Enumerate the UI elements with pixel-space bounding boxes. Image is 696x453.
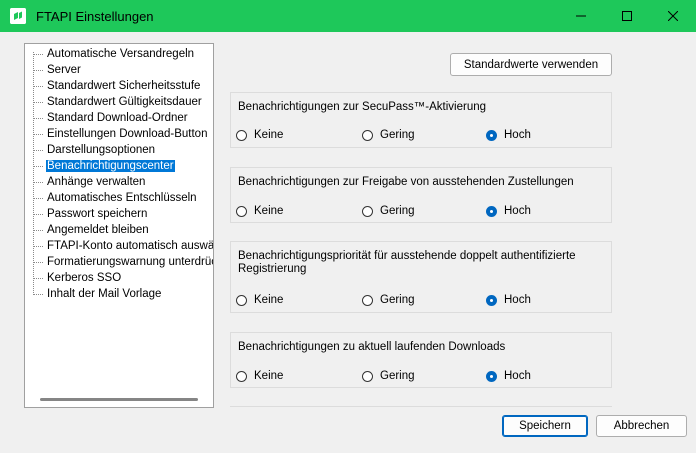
tree-item-entschluesseln[interactable]: Automatisches Entschlüsseln (33, 190, 198, 206)
tree-item-label: Formatierungswarnung unterdrücken (47, 256, 213, 268)
maximize-button[interactable] (604, 0, 650, 32)
radio-keine[interactable]: Keine (236, 127, 283, 143)
use-defaults-button[interactable]: Standardwerte verwenden (450, 53, 612, 76)
radio-circle (362, 294, 373, 306)
tree-item-benachrichtigungscenter[interactable]: Benachrichtigungscenter (33, 158, 175, 174)
group-running-downloads: Benachrichtigungen zu aktuell laufenden … (230, 332, 612, 388)
tree-item-download-button[interactable]: Einstellungen Download-Button (33, 126, 208, 142)
tree-item-label: Benachrichtigungscenter (46, 160, 175, 172)
radio-circle (236, 370, 247, 382)
close-button[interactable] (650, 0, 696, 32)
radio-circle (362, 370, 373, 382)
radio-circle (236, 294, 247, 306)
group-title: Benachrichtigungspriorität für ausstehen… (238, 250, 576, 275)
group-pending-deliveries: Benachrichtigungen zur Freigabe von auss… (230, 167, 612, 223)
radio-circle (236, 205, 247, 217)
tree-item-sicherheitsstufe[interactable]: Standardwert Sicherheitsstufe (33, 78, 201, 94)
minimize-button[interactable] (558, 0, 604, 32)
tree-item-download-ordner[interactable]: Standard Download-Ordner (33, 110, 189, 126)
tree-item-mail-vorlage[interactable]: Inhalt der Mail Vorlage (33, 286, 162, 302)
settings-tree[interactable]: Automatische Versandregeln Server Standa… (24, 43, 214, 408)
tree-item-anhaenge[interactable]: Anhänge verwalten (33, 174, 146, 190)
radio-label: Keine (254, 129, 284, 141)
radio-circle (486, 294, 497, 306)
scrollbar-thumb[interactable] (40, 398, 198, 401)
radio-label: Gering (380, 370, 415, 382)
radio-circle (236, 129, 247, 141)
radio-circle (486, 370, 497, 382)
group-title: Benachrichtigungen zu aktuell laufenden … (238, 341, 506, 353)
window-title: FTAPI Einstellungen (36, 9, 154, 24)
radio-label: Gering (380, 205, 415, 217)
radio-gering[interactable]: Gering (362, 292, 415, 308)
radio-label: Hoch (504, 370, 531, 382)
ftapi-app-icon (10, 8, 26, 24)
tree-item-label: Kerberos SSO (47, 272, 122, 284)
minimize-icon (576, 15, 586, 17)
radio-row: Keine Gering Hoch (236, 127, 606, 143)
title-bar[interactable]: FTAPI Einstellungen (0, 0, 696, 32)
radio-row: Keine Gering Hoch (236, 203, 606, 219)
close-icon (668, 11, 678, 21)
tree-item-formatierungswarnung[interactable]: Formatierungswarnung unterdrücken (33, 254, 213, 270)
tree-item-konto[interactable]: FTAPI-Konto automatisch auswählen (33, 238, 214, 254)
tree-item-label: FTAPI-Konto automatisch auswählen (47, 240, 214, 252)
tree-item-label: Automatische Versandregeln (47, 48, 195, 60)
tree-item-angemeldet[interactable]: Angemeldet bleiben (33, 222, 150, 238)
radio-label: Hoch (504, 294, 531, 306)
tree-item-darstellungsoptionen[interactable]: Darstellungsoptionen (33, 142, 156, 158)
tree-item-label: Standardwert Gültigkeitsdauer (47, 96, 202, 108)
radio-hoch[interactable]: Hoch (486, 127, 531, 143)
tree-item-server[interactable]: Server (33, 62, 82, 78)
radio-gering[interactable]: Gering (362, 127, 415, 143)
radio-keine[interactable]: Keine (236, 292, 283, 308)
tree-item-label: Automatisches Entschlüsseln (47, 192, 197, 204)
tree-horizontal-scrollbar[interactable] (26, 392, 212, 406)
group-title: Benachrichtigungen zur SecuPass™-Aktivie… (238, 101, 487, 113)
radio-label: Hoch (504, 205, 531, 217)
radio-hoch[interactable]: Hoch (486, 292, 531, 308)
radio-row: Keine Gering Hoch (236, 368, 606, 384)
tree-item-kerberos[interactable]: Kerberos SSO (33, 270, 122, 286)
radio-label: Keine (254, 370, 284, 382)
tree-item-versandregeln[interactable]: Automatische Versandregeln (33, 46, 195, 62)
radio-circle (486, 129, 497, 141)
cancel-button[interactable]: Abbrechen (596, 415, 687, 437)
tree-item-label: Angemeldet bleiben (47, 224, 149, 236)
tree-item-label: Einstellungen Download-Button (47, 128, 208, 140)
radio-label: Gering (380, 129, 415, 141)
radio-gering[interactable]: Gering (362, 203, 415, 219)
radio-keine[interactable]: Keine (236, 203, 283, 219)
tree-item-label: Anhänge verwalten (47, 176, 146, 188)
tree-item-label: Passwort speichern (47, 208, 148, 220)
tree-item-passwort[interactable]: Passwort speichern (33, 206, 148, 222)
radio-label: Keine (254, 205, 284, 217)
radio-label: Gering (380, 294, 415, 306)
radio-circle (362, 205, 373, 217)
radio-gering[interactable]: Gering (362, 368, 415, 384)
tree-item-label: Server (47, 64, 81, 76)
group-partially-visible (230, 406, 612, 415)
tree-item-label: Standard Download-Ordner (47, 112, 188, 124)
radio-hoch[interactable]: Hoch (486, 203, 531, 219)
tree-item-gueltigkeitsdauer[interactable]: Standardwert Gültigkeitsdauer (33, 94, 203, 110)
radio-circle (486, 205, 497, 217)
save-button[interactable]: Speichern (502, 415, 588, 437)
radio-label: Keine (254, 294, 284, 306)
radio-row: Keine Gering Hoch (236, 292, 606, 308)
tree-item-label: Darstellungsoptionen (47, 144, 156, 156)
group-double-auth-registration: Benachrichtigungspriorität für ausstehen… (230, 241, 612, 313)
radio-keine[interactable]: Keine (236, 368, 283, 384)
radio-hoch[interactable]: Hoch (486, 368, 531, 384)
radio-label: Hoch (504, 129, 531, 141)
tree-item-label: Standardwert Sicherheitsstufe (47, 80, 201, 92)
group-secupass-activation: Benachrichtigungen zur SecuPass™-Aktivie… (230, 92, 612, 148)
maximize-icon (622, 11, 632, 21)
tree-item-label: Inhalt der Mail Vorlage (47, 288, 162, 300)
radio-circle (362, 129, 373, 141)
group-title: Benachrichtigungen zur Freigabe von auss… (238, 176, 574, 188)
